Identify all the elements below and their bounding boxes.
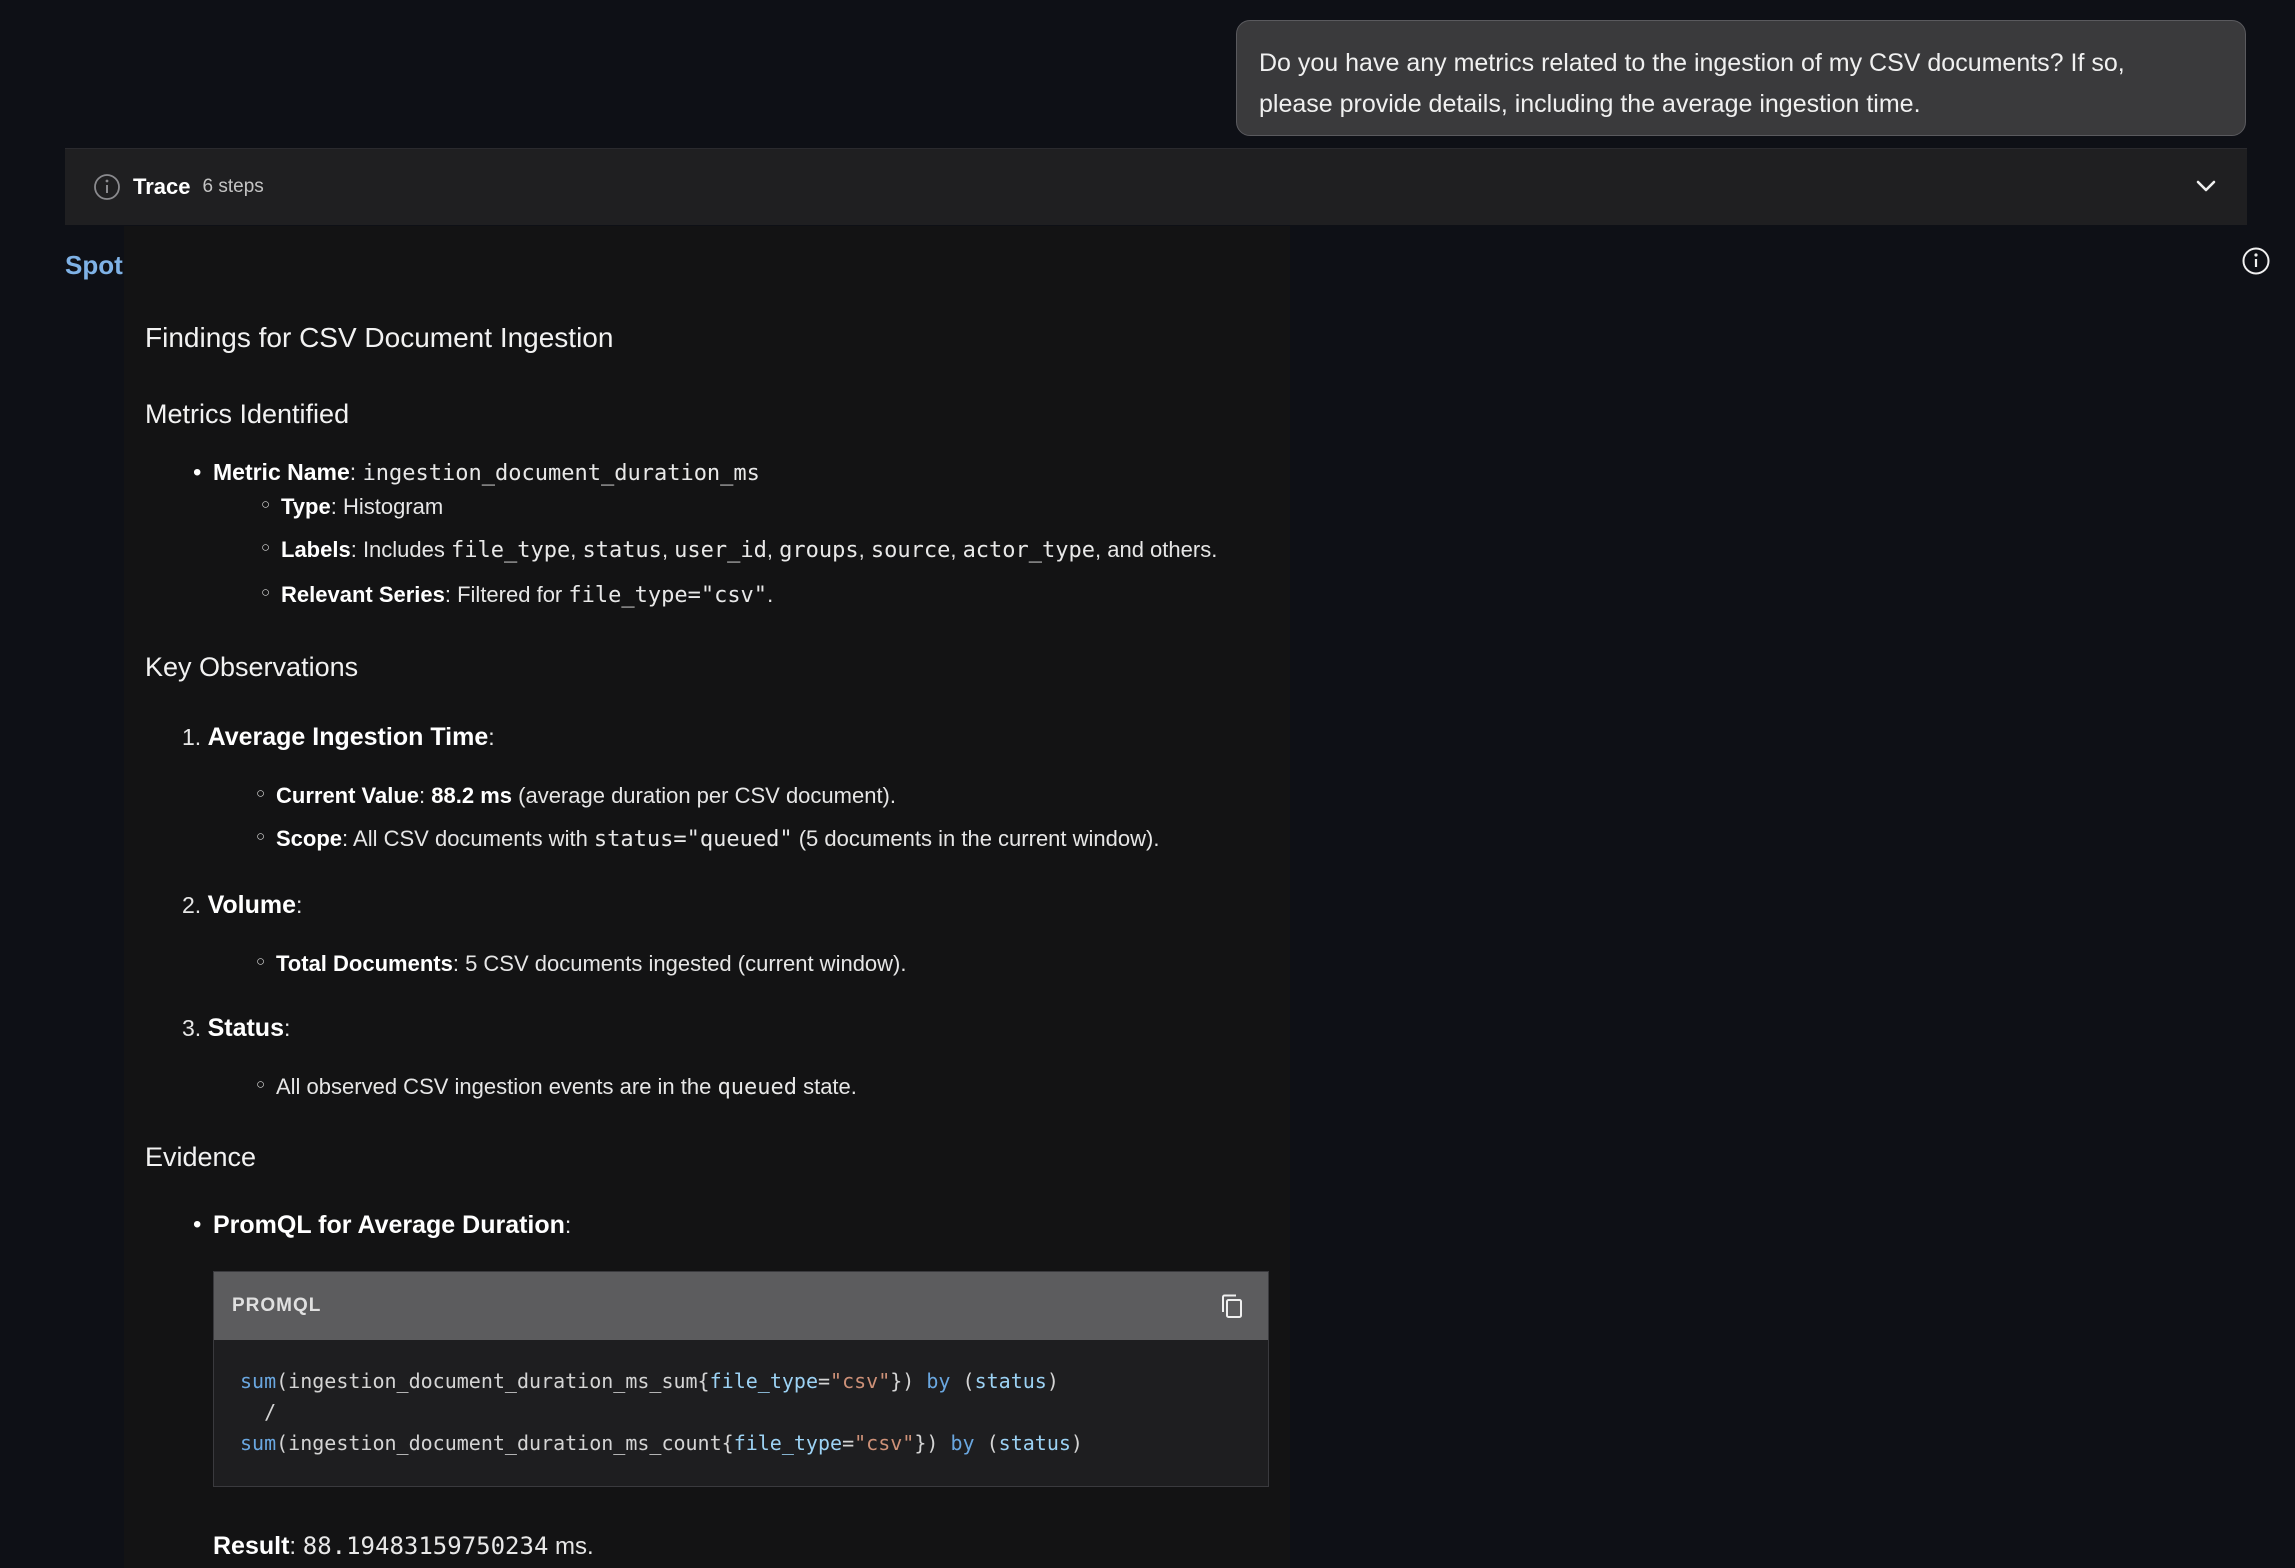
info-icon bbox=[94, 174, 120, 200]
total-documents-item: Total Documents: 5 CSV documents ingeste… bbox=[256, 951, 907, 977]
result-value: 88.19483159750234 bbox=[302, 1532, 549, 1560]
current-value-strong: 88.2 ms bbox=[431, 783, 513, 808]
response-heading: Findings for CSV Document Ingestion bbox=[145, 322, 614, 353]
label-status: status bbox=[582, 538, 662, 563]
metric-type-item: Type: Histogram bbox=[261, 494, 444, 520]
evidence-heading: Evidence bbox=[145, 1142, 257, 1172]
evidence-bullet: PromQL for Average Duration: bbox=[193, 1211, 571, 1240]
info-icon[interactable] bbox=[2241, 246, 2271, 276]
code-token: = bbox=[842, 1431, 855, 1455]
observation-item-3: 3. Status: bbox=[182, 1014, 291, 1042]
code-token: "csv" bbox=[854, 1431, 915, 1455]
code-token: sum bbox=[240, 1431, 277, 1455]
metric-name-item: Metric Name: ingestion_document_duration… bbox=[193, 459, 760, 487]
code-token: file_type bbox=[733, 1431, 843, 1455]
code-token: file_type bbox=[709, 1369, 818, 1393]
series-suffix: . bbox=[767, 582, 774, 607]
status-text-after: state. bbox=[796, 1074, 857, 1099]
chevron-down-icon[interactable] bbox=[2193, 173, 2219, 199]
scope-text-after: (5 documents in the current window). bbox=[792, 826, 1160, 851]
code-token: status bbox=[998, 1431, 1071, 1455]
code-token: (ingestion_document_duration_ms_count{ bbox=[276, 1431, 734, 1455]
observations-heading: Key Observations bbox=[145, 652, 359, 682]
label-user-id: user_id bbox=[674, 538, 767, 563]
metrics-heading: Metrics Identified bbox=[145, 399, 350, 429]
result-label: Result bbox=[213, 1532, 290, 1560]
status-item: All observed CSV ingestion events are in… bbox=[256, 1074, 857, 1100]
label-source: source bbox=[870, 538, 951, 563]
code-token: }) bbox=[914, 1431, 939, 1455]
total-documents-text: 5 CSV documents ingested (current window… bbox=[465, 951, 907, 976]
metric-name-label: Metric Name bbox=[213, 459, 350, 485]
metric-labels-item: Labels: Includes file_type, status, user… bbox=[261, 537, 1218, 563]
labels-suffix: , and others. bbox=[1095, 537, 1218, 562]
code-token: by bbox=[950, 1431, 975, 1455]
result-line: Result: 88.19483159750234 ms. bbox=[213, 1532, 594, 1560]
scope-code: status="queued" bbox=[593, 827, 793, 852]
code-token: = bbox=[817, 1369, 831, 1393]
labels-label: Labels bbox=[281, 537, 351, 562]
copy-icon[interactable] bbox=[1218, 1292, 1246, 1320]
scope-text-before: All CSV documents with bbox=[353, 826, 594, 851]
current-value-item: Current Value: 88.2 ms (average duration… bbox=[256, 783, 896, 809]
observation-number: 2. bbox=[182, 892, 202, 918]
observation-number: 1. bbox=[182, 724, 202, 750]
observation-item-2: 2. Volume: bbox=[182, 891, 303, 919]
series-label: Relevant Series bbox=[281, 582, 445, 607]
type-value: Histogram bbox=[342, 494, 444, 519]
scope-label: Scope bbox=[276, 826, 343, 851]
series-value: file_type="csv" bbox=[568, 583, 768, 608]
observation-title: Volume bbox=[207, 891, 297, 919]
code-token: (ingestion_document_duration_ms_sum{ bbox=[276, 1369, 710, 1393]
status-text-before: All observed CSV ingestion events are in… bbox=[276, 1074, 718, 1099]
trace-title: Trace bbox=[133, 174, 191, 199]
result-unit: ms. bbox=[548, 1533, 594, 1560]
observation-number: 3. bbox=[182, 1015, 202, 1041]
assistant-response-panel: Findings for CSV Document Ingestion Metr… bbox=[124, 226, 1290, 1568]
labels-prefix: Includes bbox=[362, 537, 451, 562]
scope-item: Scope: All CSV documents with status="qu… bbox=[256, 826, 1160, 852]
code-block-body: sum(ingestion_document_duration_ms_sum{f… bbox=[240, 1369, 1083, 1455]
code-token: by bbox=[926, 1369, 951, 1393]
series-prefix: Filtered for bbox=[457, 582, 569, 607]
current-value-label: Current Value bbox=[276, 783, 420, 808]
trace-steps-count: 6 steps bbox=[202, 176, 264, 197]
user-message-line-2: please provide details, including the av… bbox=[1259, 90, 1921, 118]
type-label: Type bbox=[281, 494, 331, 519]
code-token: }) bbox=[890, 1369, 915, 1393]
observation-title: Average Ingestion Time bbox=[207, 723, 489, 751]
observation-item-1: 1. Average Ingestion Time: bbox=[182, 723, 495, 751]
trace-bar[interactable]: Trace 6 steps bbox=[65, 148, 2247, 225]
user-message-line-1: Do you have any metrics related to the i… bbox=[1259, 49, 2125, 77]
code-token: / bbox=[264, 1400, 277, 1424]
label-actor-type: actor_type bbox=[962, 538, 1096, 563]
assistant-name: Spot bbox=[65, 250, 123, 280]
code-block: PROMQL sum(ingestion_document_duration_m… bbox=[213, 1271, 1269, 1487]
metric-name-value: ingestion_document_duration_ms bbox=[362, 461, 760, 486]
observation-title: Status bbox=[207, 1014, 284, 1042]
code-block-header: PROMQL bbox=[214, 1272, 1268, 1340]
code-token: sum bbox=[240, 1369, 277, 1393]
total-documents-label: Total Documents bbox=[276, 951, 453, 976]
user-message-bubble: Do you have any metrics related to the i… bbox=[1236, 20, 2246, 136]
relevant-series-item: Relevant Series: Filtered for file_type=… bbox=[261, 582, 774, 608]
code-token: status bbox=[974, 1369, 1047, 1393]
evidence-bullet-label: PromQL for Average Duration bbox=[213, 1211, 565, 1239]
code-language-label: PROMQL bbox=[232, 1295, 322, 1316]
current-value-text: (average duration per CSV document). bbox=[512, 783, 896, 808]
label-file-type: file_type bbox=[451, 538, 571, 563]
label-groups: groups bbox=[779, 538, 859, 563]
status-code: queued bbox=[717, 1075, 797, 1100]
code-token: "csv" bbox=[830, 1369, 891, 1393]
